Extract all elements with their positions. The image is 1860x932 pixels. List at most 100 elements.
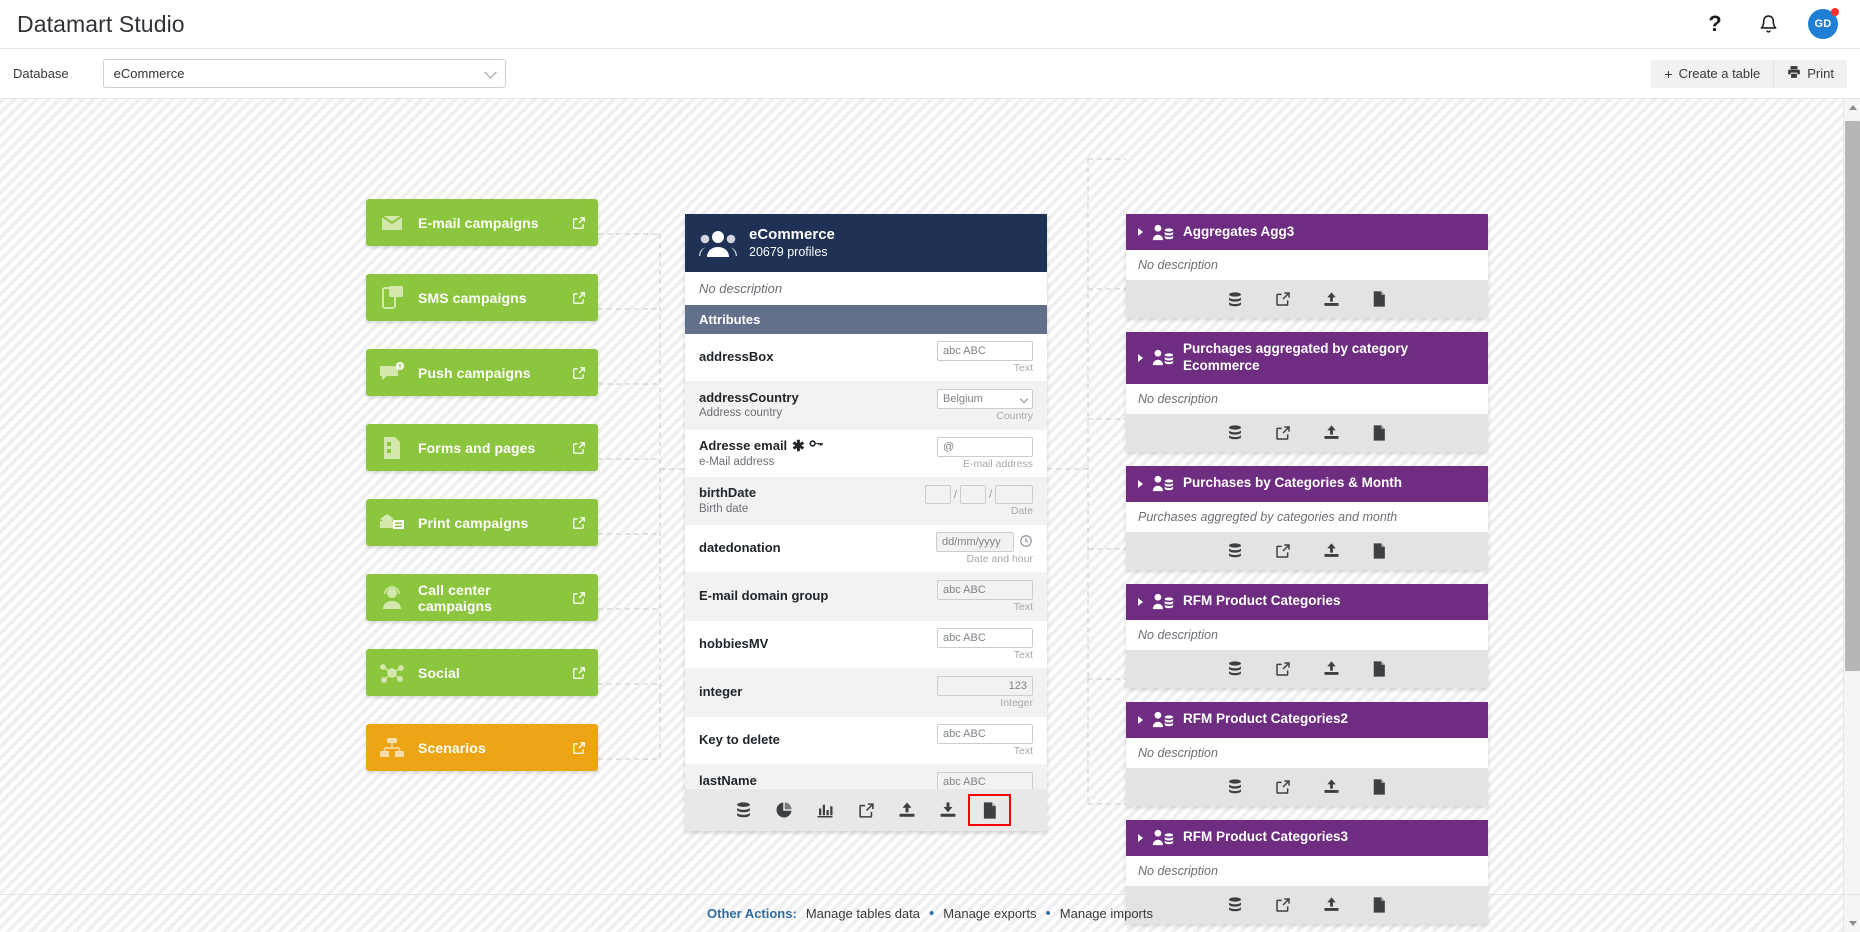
- database-select[interactable]: eCommerce: [102, 59, 506, 88]
- related-table-header[interactable]: Aggregates Agg3: [1126, 214, 1488, 250]
- download-icon[interactable]: [928, 795, 969, 825]
- attribute-text-input[interactable]: abc ABC: [937, 628, 1033, 648]
- bar-chart-icon[interactable]: [805, 795, 846, 825]
- external-link-icon[interactable]: [560, 741, 598, 755]
- external-link-icon[interactable]: [560, 216, 598, 230]
- pie-chart-icon[interactable]: [764, 795, 805, 825]
- external-link-icon[interactable]: [560, 441, 598, 455]
- attributes-list[interactable]: addressBox abc ABC Text addressCountry A…: [685, 334, 1047, 789]
- document-icon[interactable]: [1355, 654, 1403, 684]
- database-icon[interactable]: [723, 795, 764, 825]
- upload-icon[interactable]: [1307, 772, 1355, 802]
- nav-button-social[interactable]: Social: [366, 649, 598, 696]
- attribute-text-input[interactable]: abc ABC: [937, 772, 1033, 789]
- upload-icon[interactable]: [1307, 418, 1355, 448]
- attribute-row[interactable]: integer 123 Integer: [685, 669, 1047, 717]
- nav-button-sms-campaigns[interactable]: SMS campaigns: [366, 274, 598, 321]
- attribute-text-input[interactable]: abc ABC: [937, 341, 1033, 361]
- date-month-field[interactable]: [959, 485, 986, 504]
- document-icon[interactable]: [1355, 284, 1403, 314]
- attribute-name: Adresse email: [699, 437, 788, 453]
- date-day-field[interactable]: [924, 485, 951, 504]
- related-table-toolbar: [1126, 767, 1488, 806]
- top-header-bar: Datamart Studio ? GD: [0, 0, 1860, 49]
- expand-arrow-icon[interactable]: [1138, 833, 1143, 842]
- attribute-number-input[interactable]: 123: [937, 676, 1033, 696]
- external-link-icon[interactable]: [1259, 418, 1307, 448]
- attribute-datetime-input[interactable]: dd/mm/yyyy: [936, 532, 1014, 552]
- upload-icon[interactable]: [1307, 536, 1355, 566]
- document-icon[interactable]: [1355, 772, 1403, 802]
- external-link-icon[interactable]: [560, 516, 598, 530]
- attribute-date-input[interactable]: / /: [915, 485, 1033, 504]
- page-title: Datamart Studio: [17, 10, 185, 37]
- attribute-email-input[interactable]: @: [937, 437, 1033, 457]
- attribute-row[interactable]: Key to delete abc ABC Text: [685, 717, 1047, 765]
- document-icon[interactable]: [1355, 418, 1403, 448]
- create-table-button[interactable]: + Create a table: [1651, 59, 1774, 88]
- database-icon[interactable]: [1211, 772, 1259, 802]
- attribute-row[interactable]: E-mail domain group abc ABC Text: [685, 573, 1047, 621]
- upload-icon[interactable]: [887, 795, 928, 825]
- attribute-text-input[interactable]: abc ABC: [937, 724, 1033, 744]
- related-table-header[interactable]: Purchages aggregated by category Ecommer…: [1126, 332, 1488, 384]
- nav-button-forms-and-pages[interactable]: Forms and pages: [366, 424, 598, 471]
- external-link-icon[interactable]: [1259, 536, 1307, 566]
- nav-button-email-campaigns[interactable]: E-mail campaigns: [366, 199, 598, 246]
- external-link-icon[interactable]: [1259, 654, 1307, 684]
- attribute-row[interactable]: datedonation dd/mm/yyyy Date and hour: [685, 525, 1047, 573]
- table-profiles-icon: [1152, 475, 1174, 492]
- external-link-icon[interactable]: [560, 666, 598, 680]
- notification-bell-icon[interactable]: [1755, 11, 1781, 37]
- database-icon[interactable]: [1211, 654, 1259, 684]
- attribute-row[interactable]: lastName Last name abc ABC Text: [685, 765, 1047, 789]
- clock-icon[interactable]: [1019, 534, 1033, 551]
- nav-button-push-campaigns[interactable]: Push campaigns: [366, 349, 598, 396]
- vertical-scrollbar[interactable]: [1843, 99, 1860, 932]
- asterisk-icon: ✱: [792, 437, 805, 455]
- attribute-row[interactable]: addressCountry Address country Belgium C…: [685, 382, 1047, 430]
- attribute-row[interactable]: addressBox abc ABC Text: [685, 334, 1047, 382]
- related-table-header[interactable]: RFM Product Categories3: [1126, 819, 1488, 856]
- nav-button-call-center-campaigns[interactable]: Call center campaigns: [366, 574, 598, 621]
- attribute-row[interactable]: hobbiesMV abc ABC Text: [685, 621, 1047, 669]
- expand-arrow-icon[interactable]: [1138, 597, 1143, 606]
- manage-tables-data-link[interactable]: Manage tables data: [806, 906, 920, 921]
- related-table-header[interactable]: RFM Product Categories2: [1126, 701, 1488, 738]
- external-link-icon[interactable]: [560, 291, 598, 305]
- database-icon[interactable]: [1211, 536, 1259, 566]
- attribute-select[interactable]: Belgium: [937, 389, 1033, 409]
- manage-exports-link[interactable]: Manage exports: [943, 906, 1036, 921]
- related-table-header[interactable]: Purchases by Categories & Month: [1126, 465, 1488, 502]
- expand-arrow-icon[interactable]: [1138, 715, 1143, 724]
- nav-button-scenarios[interactable]: Scenarios: [366, 724, 598, 771]
- upload-icon[interactable]: [1307, 654, 1355, 684]
- external-link-icon[interactable]: [1259, 772, 1307, 802]
- external-link-icon[interactable]: [846, 795, 887, 825]
- attribute-description: Birth date: [699, 502, 749, 515]
- expand-arrow-icon[interactable]: [1138, 228, 1143, 236]
- nav-button-print-campaigns[interactable]: Print campaigns: [366, 499, 598, 546]
- attribute-row[interactable]: birthDate Birth date / / Date: [685, 478, 1047, 525]
- related-table-header[interactable]: RFM Product Categories: [1126, 583, 1488, 620]
- attribute-text-input[interactable]: abc ABC: [937, 580, 1033, 600]
- external-link-icon[interactable]: [560, 591, 598, 605]
- manage-imports-link[interactable]: Manage imports: [1060, 906, 1153, 921]
- avatar[interactable]: GD: [1808, 8, 1839, 39]
- date-year-field[interactable]: [995, 485, 1033, 504]
- print-button[interactable]: Print: [1773, 59, 1847, 88]
- attribute-row[interactable]: Adresse email ✱ e-Mail address @ E-mail …: [685, 430, 1047, 478]
- expand-arrow-icon[interactable]: [1138, 479, 1143, 488]
- database-icon[interactable]: [1211, 418, 1259, 448]
- document-icon[interactable]: [967, 794, 1011, 826]
- upload-icon[interactable]: [1307, 284, 1355, 314]
- mobile-sms-icon: [366, 285, 418, 311]
- document-icon[interactable]: [1355, 536, 1403, 566]
- scrollbar-thumb[interactable]: [1845, 121, 1860, 671]
- expand-arrow-icon[interactable]: [1138, 353, 1143, 362]
- external-link-icon[interactable]: [560, 366, 598, 380]
- scroll-up-arrow[interactable]: [1844, 99, 1860, 116]
- help-icon[interactable]: ?: [1702, 11, 1728, 37]
- database-icon[interactable]: [1211, 284, 1259, 314]
- external-link-icon[interactable]: [1259, 284, 1307, 314]
